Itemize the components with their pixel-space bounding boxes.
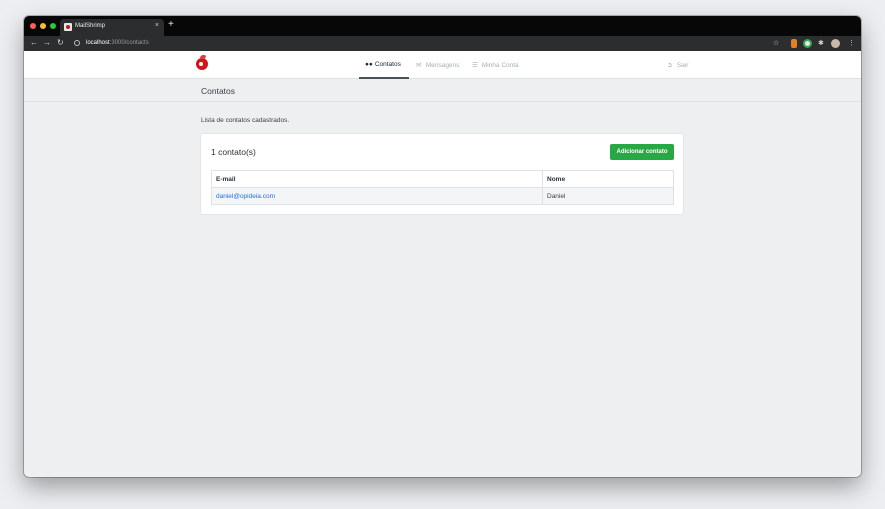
- browser-tab[interactable]: MailShrimp ×: [60, 19, 164, 36]
- column-header-nome: Nome: [542, 170, 674, 188]
- column-header-email: E-mail: [211, 170, 543, 188]
- page-title: Contatos: [201, 86, 236, 96]
- name-cell: Daniel: [542, 187, 674, 205]
- browser-toolbar: ← → ↻ localhost:3000/contacts ☆ ✱ ⋮: [24, 36, 861, 51]
- nav-item-minha-conta[interactable]: ☰ Minha Conta: [472, 61, 519, 69]
- menu-kebab-icon[interactable]: ⋮: [848, 39, 855, 48]
- nav-item-contatos[interactable]: ●● Contatos: [365, 61, 401, 68]
- address-bar[interactable]: localhost:3000/contacts: [70, 38, 760, 49]
- users-icon: ●●: [365, 61, 373, 68]
- contact-count: 1 contato(s): [211, 147, 256, 157]
- table-header-row: E-mail Nome: [211, 170, 674, 188]
- puzzle-icon[interactable]: ✱: [818, 39, 824, 48]
- maximize-window-button[interactable]: [50, 23, 56, 29]
- contacts-table: E-mail Nome daniel@opideia.com Daniel: [211, 170, 674, 205]
- new-tab-button[interactable]: +: [168, 20, 174, 30]
- email-cell: daniel@opideia.com: [211, 187, 543, 205]
- forward-icon[interactable]: →: [43, 38, 51, 48]
- reload-icon[interactable]: ↻: [57, 38, 64, 48]
- nav-item-mensagens[interactable]: ✉ Mensagens: [416, 61, 459, 69]
- page-description: Lista de contatos cadastrados.: [201, 117, 290, 124]
- back-icon[interactable]: ←: [30, 38, 38, 48]
- avatar[interactable]: [831, 39, 840, 48]
- list-icon: ☰: [472, 62, 478, 69]
- url-text: localhost:3000/contacts: [86, 40, 149, 46]
- tab-title: MailShrimp: [75, 23, 106, 29]
- email-link[interactable]: daniel@opideia.com: [216, 193, 275, 200]
- close-window-button[interactable]: [30, 23, 36, 29]
- profile-extension-icon[interactable]: [803, 39, 812, 48]
- minimize-window-button[interactable]: [40, 23, 46, 29]
- app-navbar: ●● Contatos ✉ Mensagens ☰ Minha Conta ➲ …: [24, 51, 861, 79]
- contacts-card: 1 contato(s) Adicionar contato E-mail No…: [200, 133, 684, 215]
- logo-icon[interactable]: [196, 58, 208, 70]
- tab-close-icon[interactable]: ×: [155, 22, 159, 29]
- bookmark-star-icon[interactable]: ☆: [773, 39, 779, 48]
- favicon-icon: [64, 23, 72, 31]
- page-header: Contatos: [24, 79, 861, 102]
- browser-window: MailShrimp × + ← → ↻ localhost:3000/cont…: [24, 16, 861, 477]
- logout-link[interactable]: ➲ Sair: [667, 61, 688, 69]
- add-contact-button[interactable]: Adicionar contato: [610, 144, 674, 160]
- table-row: daniel@opideia.com Daniel: [211, 187, 674, 205]
- info-icon[interactable]: [74, 40, 80, 46]
- logout-icon: ➲: [667, 62, 673, 69]
- envelope-icon: ✉: [416, 62, 422, 69]
- extension-icon[interactable]: [791, 39, 797, 48]
- tab-bar: MailShrimp × +: [24, 16, 861, 36]
